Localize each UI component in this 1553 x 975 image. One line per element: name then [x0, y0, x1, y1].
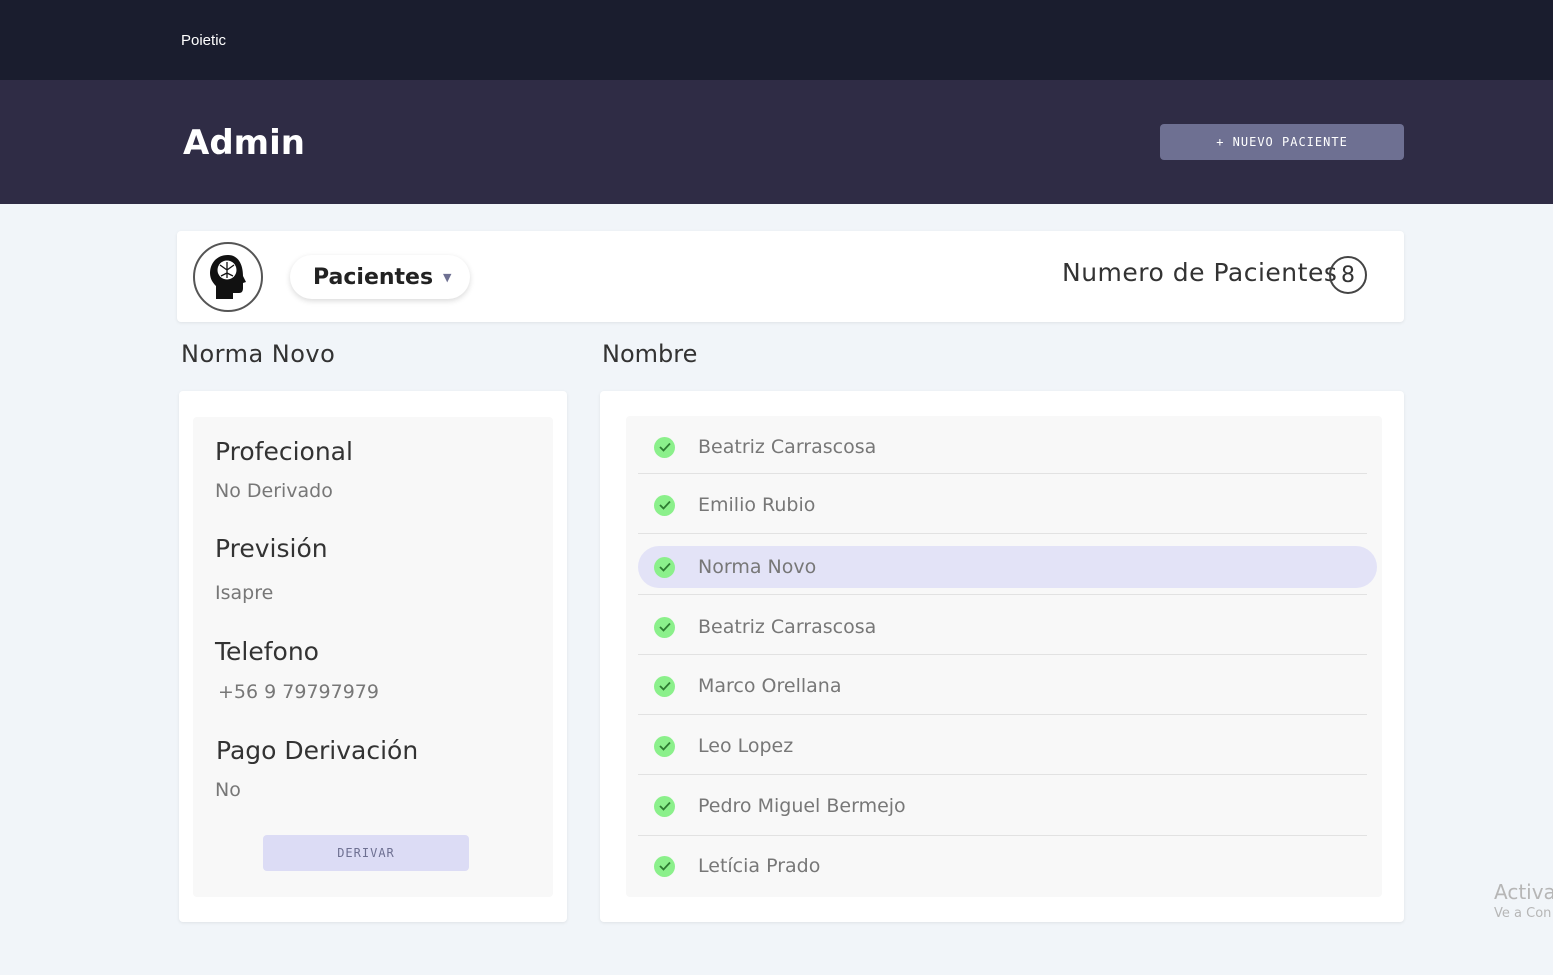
row-divider — [638, 533, 1367, 534]
patient-count-badge: 8 — [1329, 256, 1367, 294]
patient-name: Norma Novo — [698, 556, 817, 578]
check-circle-icon — [654, 735, 675, 757]
check-circle-icon — [654, 855, 675, 877]
patient-row-selected[interactable]: Norma Novo — [638, 546, 1377, 588]
phone-value: +56 9 79797979 — [218, 681, 379, 703]
patients-dropdown[interactable]: Pacientes ▼ — [290, 255, 470, 299]
derive-button[interactable]: DERIVAR — [263, 835, 469, 871]
selected-patient-name: Norma Novo — [181, 340, 336, 368]
check-circle-icon — [654, 494, 675, 516]
row-divider — [638, 473, 1367, 474]
patient-detail-panel: Profecional No Derivado Previsión Isapre… — [193, 417, 553, 897]
check-circle-icon — [654, 556, 675, 578]
patient-row[interactable]: Emilio Rubio — [638, 484, 1367, 526]
patient-name: Emilio Rubio — [698, 494, 816, 516]
new-patient-button[interactable]: + NUEVO PACIENTE — [1160, 124, 1404, 160]
brand-logo[interactable]: Poietic — [181, 32, 226, 49]
patient-name: Beatriz Carrascosa — [698, 616, 877, 638]
windows-activation-subtext: Ve a Con — [1494, 906, 1552, 921]
dropdown-label: Pacientes — [313, 264, 434, 290]
row-divider — [638, 774, 1367, 775]
patient-name: Marco Orellana — [698, 675, 842, 697]
insurance-label: Previsión — [215, 534, 328, 563]
patient-row[interactable]: Beatriz Carrascosa — [638, 426, 1367, 468]
patient-row[interactable]: Leo Lopez — [638, 725, 1367, 767]
check-circle-icon — [654, 795, 675, 817]
patient-name: Letícia Prado — [698, 855, 821, 877]
top-navbar: Poietic — [0, 0, 1553, 80]
patient-name: Pedro Miguel Bermejo — [698, 795, 906, 817]
patient-row[interactable]: Pedro Miguel Bermejo — [638, 785, 1367, 827]
patient-count-label: Numero de Pacientes — [1062, 258, 1338, 287]
check-circle-icon — [654, 436, 675, 458]
patient-list-card: Beatriz Carrascosa Emilio Rubio Norma No… — [600, 391, 1404, 922]
phone-label: Telefono — [215, 637, 319, 666]
patient-name: Leo Lopez — [698, 735, 794, 757]
patient-list: Beatriz Carrascosa Emilio Rubio Norma No… — [626, 416, 1382, 897]
professional-label: Profecional — [215, 437, 353, 466]
row-divider — [638, 654, 1367, 655]
professional-value: No Derivado — [215, 480, 333, 502]
patient-row[interactable]: Beatriz Carrascosa — [638, 606, 1367, 648]
patient-row[interactable]: Marco Orellana — [638, 665, 1367, 707]
list-heading: Nombre — [602, 340, 698, 368]
head-brain-icon — [193, 242, 263, 312]
patients-toolbar-card: Pacientes ▼ Numero de Pacientes 8 — [177, 231, 1404, 322]
row-divider — [638, 594, 1367, 595]
check-circle-icon — [654, 616, 675, 638]
caret-down-icon: ▼ — [443, 271, 452, 284]
page-title: Admin — [183, 123, 305, 163]
patient-name: Beatriz Carrascosa — [698, 436, 877, 458]
page-header: Admin + NUEVO PACIENTE — [0, 80, 1553, 204]
windows-activation-watermark: Activar — [1494, 880, 1553, 904]
check-circle-icon — [654, 675, 675, 697]
referral-payment-label: Pago Derivación — [216, 736, 419, 765]
row-divider — [638, 835, 1367, 836]
insurance-value: Isapre — [215, 582, 274, 604]
patient-detail-card: Profecional No Derivado Previsión Isapre… — [179, 391, 567, 922]
patient-row[interactable]: Letícia Prado — [638, 845, 1367, 887]
referral-payment-value: No — [215, 779, 241, 801]
row-divider — [638, 714, 1367, 715]
